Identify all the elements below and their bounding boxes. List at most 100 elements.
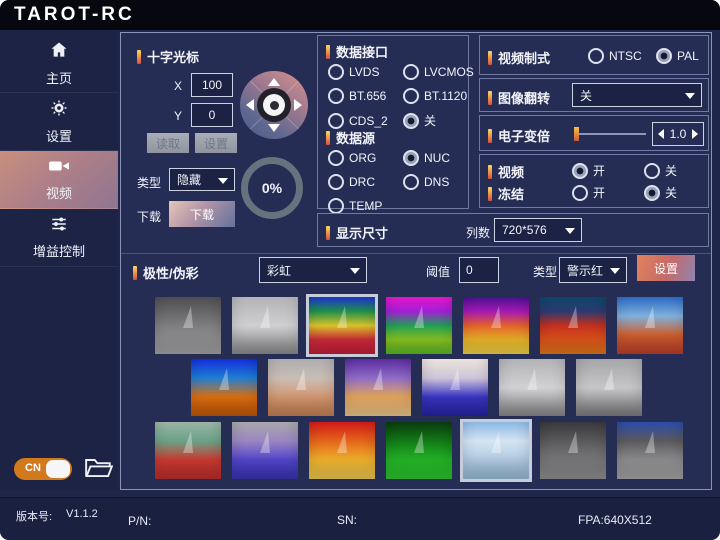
download-label: 下载: [137, 208, 161, 225]
image-flip-select[interactable]: 关: [572, 83, 702, 107]
section-title-text: 数据源: [336, 128, 375, 147]
sidebar-item-home[interactable]: 主页: [0, 35, 118, 93]
radio-circle: [403, 113, 419, 129]
radio-bt656[interactable]: BT.656: [328, 88, 403, 104]
palette-thumbnail[interactable]: [617, 297, 683, 354]
radio-org[interactable]: ORG: [328, 150, 403, 166]
data-interface-box: 数据接口 LVDS LVCMOS BT.656 BT.1120 CDS_2 关 …: [317, 35, 469, 209]
palette-thumbnail[interactable]: [232, 422, 298, 479]
radio-ntsc[interactable]: NTSC: [588, 48, 642, 64]
download-button[interactable]: 下载: [169, 201, 235, 227]
palette-thumbnail-row: [121, 359, 713, 416]
electronic-zoom-title: 电子变倍: [488, 126, 550, 145]
radio-freeze-on[interactable]: 开: [572, 184, 605, 201]
spinner-decrease-icon[interactable]: [658, 129, 664, 139]
radio-drc[interactable]: DRC: [328, 174, 403, 190]
sidebar-item-label: 视频: [46, 183, 72, 202]
palette-thumbnail[interactable]: [309, 422, 375, 479]
radio-circle: [328, 113, 344, 129]
palette-thumbnail[interactable]: [191, 359, 257, 416]
sailboat-shape: [219, 368, 229, 390]
palette-thumbnail[interactable]: [345, 359, 411, 416]
radio-bt1120[interactable]: BT.1120: [403, 88, 474, 104]
accent-bar: [488, 91, 492, 105]
cursor-y-label: Y: [174, 109, 182, 123]
accent-bar: [137, 50, 141, 64]
sidebar-item-label: 增益控制: [33, 241, 85, 260]
radio-cds2[interactable]: CDS_2: [328, 112, 403, 129]
video-row-title: 视频: [488, 162, 524, 181]
read-button[interactable]: 读取: [147, 133, 189, 153]
arrow-down-icon[interactable]: [268, 124, 280, 132]
display-size-select[interactable]: 720*576: [494, 218, 582, 242]
palette-thumbnail[interactable]: [617, 422, 683, 479]
main-panel: 十字光标 X 100 Y 0 读取 设置 类型 隐藏 下载 下载 0%: [120, 32, 712, 490]
gain-sliders-icon: [49, 215, 69, 238]
palette-thumbnail[interactable]: [463, 297, 529, 354]
sailboat-shape: [296, 368, 306, 390]
radio-lvcmos[interactable]: LVCMOS: [403, 64, 474, 80]
radio-freeze-off[interactable]: 关: [644, 184, 677, 201]
palette-thumbnail[interactable]: [268, 359, 334, 416]
palette-thumbnail[interactable]: [232, 297, 298, 354]
arrow-up-icon[interactable]: [268, 78, 280, 86]
radio-nuc[interactable]: NUC: [403, 150, 468, 166]
video-freeze-box: 视频 开 关 冻结 开 关: [479, 154, 709, 208]
radio-pal[interactable]: PAL: [656, 48, 699, 64]
arrow-left-icon[interactable]: [246, 99, 254, 111]
set-button[interactable]: 设置: [195, 133, 237, 153]
threshold-input[interactable]: 0: [459, 257, 499, 283]
sailboat-shape: [183, 306, 193, 328]
radio-circle: [644, 185, 660, 201]
radio-interface-off[interactable]: 关: [403, 112, 474, 129]
language-toggle[interactable]: CN: [14, 458, 72, 480]
accent-bar: [488, 187, 492, 201]
palette-thumbnail[interactable]: [386, 422, 452, 479]
open-folder-button[interactable]: [84, 455, 114, 480]
palette-thumbnail[interactable]: [576, 359, 642, 416]
palette-thumbnail[interactable]: [422, 359, 488, 416]
dpad-center-button[interactable]: [257, 88, 291, 122]
sailboat-shape: [491, 431, 501, 453]
palette-thumbnail[interactable]: [155, 422, 221, 479]
palette-select[interactable]: 彩虹: [259, 257, 367, 283]
radio-video-on[interactable]: 开: [572, 162, 605, 179]
radio-video-off[interactable]: 关: [644, 162, 677, 179]
palette-set-button[interactable]: 设置: [637, 255, 695, 281]
sidebar-item-settings[interactable]: 设置: [0, 93, 118, 151]
palette-thumbnail[interactable]: [386, 297, 452, 354]
sailboat-shape: [645, 306, 655, 328]
cursor-x-input[interactable]: 100: [191, 73, 233, 97]
arrow-right-icon[interactable]: [294, 99, 302, 111]
zoom-value: 1.0: [670, 127, 687, 141]
zoom-slider[interactable]: [574, 126, 646, 142]
slider-handle[interactable]: [574, 127, 579, 141]
cursor-type-select[interactable]: 隐藏: [169, 168, 235, 191]
sidebar-item-video[interactable]: 视频: [0, 151, 118, 209]
spinner-increase-icon[interactable]: [692, 129, 698, 139]
palette-value: 彩虹: [267, 262, 291, 279]
radio-circle: [644, 163, 660, 179]
section-title-text: 电子变倍: [498, 126, 550, 145]
palette-thumbnail[interactable]: [155, 297, 221, 354]
accent-bar: [488, 51, 492, 65]
data-source-title: 数据源: [326, 128, 375, 147]
alarm-type-select[interactable]: 警示红: [559, 257, 627, 283]
radio-dns[interactable]: DNS: [403, 174, 468, 190]
palette-thumbnail[interactable]: [309, 297, 375, 354]
direction-pad[interactable]: [240, 71, 308, 139]
radio-label: BT.1120: [424, 89, 467, 103]
radio-circle: [588, 48, 604, 64]
sailboat-shape: [568, 431, 578, 453]
palette-thumbnail[interactable]: [540, 422, 606, 479]
data-interface-title: 数据接口: [326, 42, 388, 61]
zoom-spinner[interactable]: 1.0: [652, 122, 704, 146]
radio-temp[interactable]: TEMP: [328, 198, 403, 214]
section-title-text: 图像翻转: [498, 88, 550, 107]
palette-thumbnail[interactable]: [463, 422, 529, 479]
cursor-y-input[interactable]: 0: [191, 103, 233, 127]
palette-thumbnail[interactable]: [499, 359, 565, 416]
palette-thumbnail[interactable]: [540, 297, 606, 354]
radio-lvds[interactable]: LVDS: [328, 64, 403, 80]
sidebar-item-gain-control[interactable]: 增益控制: [0, 209, 118, 267]
